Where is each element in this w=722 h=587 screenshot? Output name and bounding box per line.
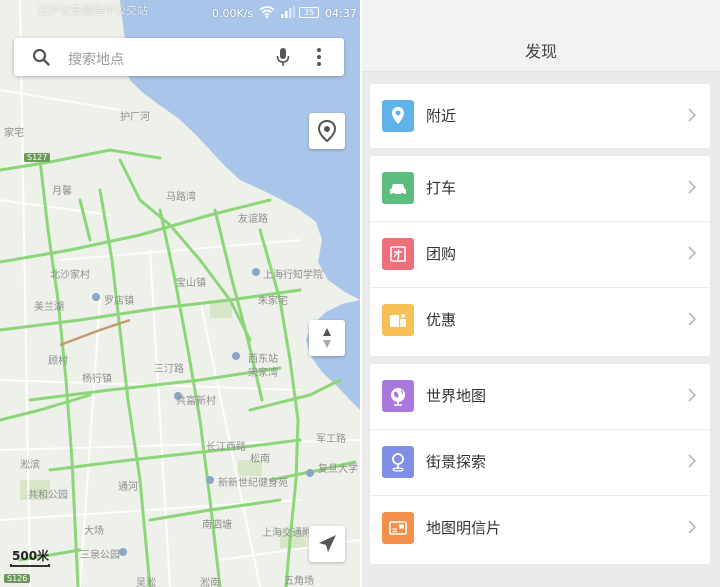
map-label: 淞南 (200, 578, 220, 587)
page-title: 发现 (524, 42, 557, 61)
clock: 04:37 (325, 7, 357, 20)
map-screen: 护厂河 家宅 S127 月馨 马路湾 友谊路 北沙家村 上海行知学院 罗店镇 宝… (0, 0, 360, 587)
discover-header: 发现 (362, 0, 720, 72)
menu-item-discount[interactable]: 优惠 (370, 288, 710, 354)
microphone-icon[interactable] (276, 47, 290, 67)
map-label: 新新世纪健身苑 (218, 478, 288, 489)
menu-item-label: 地图明信片 (426, 519, 502, 537)
map-label: 军工路 (316, 434, 346, 445)
menu-item-street-view[interactable]: 街景探索 (370, 430, 710, 496)
map-label: 顾村 (48, 356, 68, 367)
search-icon (32, 48, 50, 66)
status-bar: 石沪公安局渔中公交站 0.00K/s 35 04:37 (0, 0, 360, 26)
map-label: 淞滨 (20, 460, 40, 471)
discover-group-card: 附近 (370, 84, 710, 148)
map-label: 杨行镇 (82, 374, 112, 385)
menu-item-label: 世界地图 (426, 387, 487, 405)
menu-item-world-map[interactable]: 世界地图 (370, 364, 710, 430)
chevron-right-icon (688, 388, 696, 402)
compass-icon (323, 328, 331, 348)
status-notification-text: 石沪公安局渔中公交站 (38, 4, 148, 17)
menu-item-label: 街景探索 (426, 453, 487, 471)
map-label: 宋家湾 (248, 368, 278, 379)
map-label: 宝山镇 (176, 278, 206, 289)
menu-item-nearby[interactable]: 附近 (370, 84, 710, 148)
map-label: 家宅 (4, 128, 24, 139)
map-label: 朱家宅 (258, 296, 288, 307)
map-label: 友谊路 (238, 214, 268, 225)
coupon-icon (382, 304, 414, 336)
map-scale-label: 500米 (12, 549, 50, 563)
map-label: 大场 (84, 526, 104, 537)
menu-item-taxi[interactable]: 打车 (370, 156, 710, 222)
navigation-arrow-icon (319, 535, 336, 552)
map-label: 美兰湖 (34, 302, 64, 313)
map-label: 五角场 (284, 576, 314, 587)
my-location-button[interactable] (309, 526, 345, 562)
discover-group-card: 世界地图 街景探索 地图明信片 (370, 364, 710, 564)
chevron-right-icon (688, 312, 696, 326)
search-input[interactable]: 搜索地点 (68, 49, 124, 69)
location-pin-icon (382, 100, 414, 132)
car-icon (382, 172, 414, 204)
map-label: 罗店镇 (104, 296, 134, 307)
map-label: 护厂河 (120, 112, 150, 123)
map-label: 复旦大学 (318, 464, 358, 475)
chevron-right-icon (688, 108, 696, 122)
chevron-right-icon (688, 246, 696, 260)
map-label: 长江西路 (206, 442, 246, 453)
menu-item-label: 打车 (426, 179, 457, 197)
road-number-tag: S127 (24, 153, 51, 162)
location-pin-button[interactable] (309, 113, 345, 149)
chevron-right-icon (688, 180, 696, 194)
map-label: 通河 (118, 482, 138, 493)
more-vertical-icon[interactable] (316, 47, 322, 67)
network-speed: 0.00K/s (212, 7, 254, 20)
map-label: 吴淞 (136, 578, 156, 587)
globe-icon (382, 380, 414, 412)
map-label: 共和公园 (28, 490, 68, 501)
map-label: 月馨 (52, 186, 72, 197)
compass-button[interactable] (309, 320, 345, 356)
road-number-tag: S126 (4, 574, 31, 583)
signal-icon (281, 6, 295, 18)
menu-item-map-postcard[interactable]: 地图明信片 (370, 496, 710, 562)
discover-group-card: 打车 团购 优惠 (370, 156, 710, 356)
chevron-right-icon (688, 454, 696, 468)
location-pin-icon (317, 119, 337, 143)
map-label: 马路湾 (166, 192, 196, 203)
map-scale-bar (10, 564, 50, 567)
screenshot-composite: 护厂河 家宅 S127 月馨 马路湾 友谊路 北沙家村 上海行知学院 罗店镇 宝… (0, 0, 722, 587)
battery-icon: 35 (299, 7, 319, 18)
map-label: 南泗塘 (202, 520, 232, 531)
map-label: 上海行知学院 (263, 270, 323, 281)
menu-item-label: 附近 (426, 107, 457, 125)
postcard-icon (382, 512, 414, 544)
map-label: 共富新村 (176, 396, 216, 407)
map-label: 西东站 (248, 354, 278, 365)
menu-item-label: 团购 (426, 245, 457, 263)
search-bar[interactable]: 搜索地点 (14, 38, 344, 76)
menu-item-group-buy[interactable]: 团购 (370, 222, 710, 288)
discover-screen: 发现 附近 打车 团购 优惠 世界地图 街景探索 地图明信片 (362, 0, 720, 587)
chevron-right-icon (688, 520, 696, 534)
map-label: 松南 (250, 454, 270, 465)
wifi-icon (259, 6, 275, 19)
map-label: 北沙家村 (50, 270, 90, 281)
menu-item-label: 优惠 (426, 311, 457, 329)
map-label: 三汀路 (154, 364, 184, 375)
street-view-icon (382, 446, 414, 478)
map-label: 三泉公园 (80, 550, 120, 561)
group-buy-icon (382, 238, 414, 270)
